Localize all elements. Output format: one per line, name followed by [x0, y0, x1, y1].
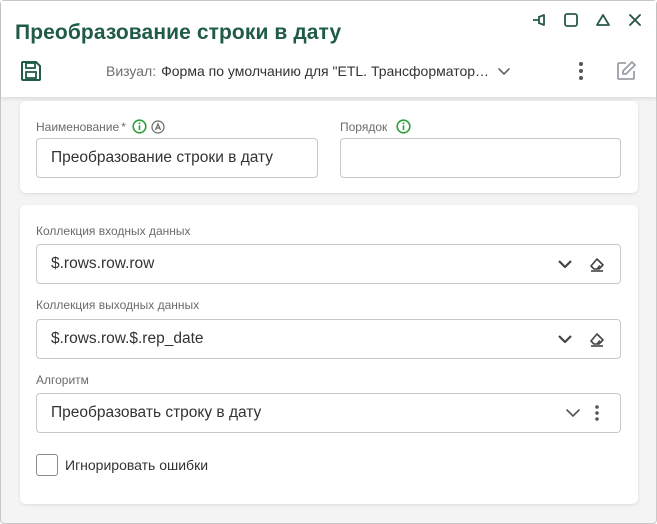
- eraser-icon[interactable]: [588, 330, 606, 348]
- info-icon[interactable]: [132, 119, 147, 134]
- edit-icon[interactable]: [614, 59, 638, 83]
- chevron-down-icon[interactable]: [564, 404, 582, 422]
- name-input[interactable]: Преобразование строки в дату: [36, 138, 318, 178]
- algorithm-value: Преобразовать строку в дату: [51, 404, 262, 421]
- dialog-window: Преобразование строки в дату Визуал: Фор…: [0, 0, 657, 524]
- name-label-row: Наименование *: [36, 119, 165, 134]
- visual-selector[interactable]: Визуал: Форма по умолчанию для "ETL. Тра…: [106, 63, 511, 79]
- close-icon[interactable]: [624, 9, 646, 31]
- order-input[interactable]: [340, 138, 621, 178]
- collapse-icon[interactable]: [592, 9, 614, 31]
- visual-label: Визуал:: [106, 63, 157, 79]
- chevron-down-icon[interactable]: [497, 64, 511, 78]
- info-icon[interactable]: [396, 119, 411, 134]
- visual-value[interactable]: Форма по умолчанию для "ETL. Трансформат…: [161, 63, 489, 79]
- input-collection-field[interactable]: $.rows.row.row: [36, 244, 621, 284]
- order-label-row: Порядок: [340, 119, 411, 134]
- dialog-title: Преобразование строки в дату: [15, 21, 342, 44]
- algorithm-select[interactable]: Преобразовать строку в дату: [36, 393, 621, 433]
- kebab-icon[interactable]: [573, 59, 589, 83]
- pin-icon[interactable]: [528, 9, 550, 31]
- input-collection-value: $.rows.row.row: [51, 255, 155, 272]
- input-collection-label: Коллекция входных данных: [36, 224, 191, 238]
- output-collection-field[interactable]: $.rows.row.$.rep_date: [36, 319, 621, 359]
- maximize-icon[interactable]: [560, 9, 582, 31]
- kebab-icon[interactable]: [588, 404, 606, 422]
- ignore-errors-option[interactable]: Игнорировать ошибки: [36, 454, 208, 476]
- order-label: Порядок: [340, 119, 388, 134]
- window-controls: [528, 9, 646, 31]
- ignore-errors-label: Игнорировать ошибки: [65, 457, 209, 473]
- dialog-header: Преобразование строки в дату Визуал: Фор…: [1, 1, 656, 97]
- save-icon[interactable]: [19, 59, 43, 83]
- name-input-value: Преобразование строки в дату: [51, 149, 274, 166]
- chevron-down-icon[interactable]: [556, 255, 574, 273]
- algorithm-label: Алгоритм: [36, 373, 89, 387]
- auto-icon[interactable]: [151, 119, 165, 134]
- ignore-errors-checkbox[interactable]: [36, 454, 58, 476]
- output-collection-value: $.rows.row.$.rep_date: [51, 330, 204, 347]
- name-label: Наименование: [36, 119, 120, 134]
- eraser-icon[interactable]: [588, 255, 606, 273]
- output-collection-label: Коллекция выходных данных: [36, 298, 200, 312]
- chevron-down-icon[interactable]: [556, 330, 574, 348]
- required-mark: *: [121, 119, 126, 134]
